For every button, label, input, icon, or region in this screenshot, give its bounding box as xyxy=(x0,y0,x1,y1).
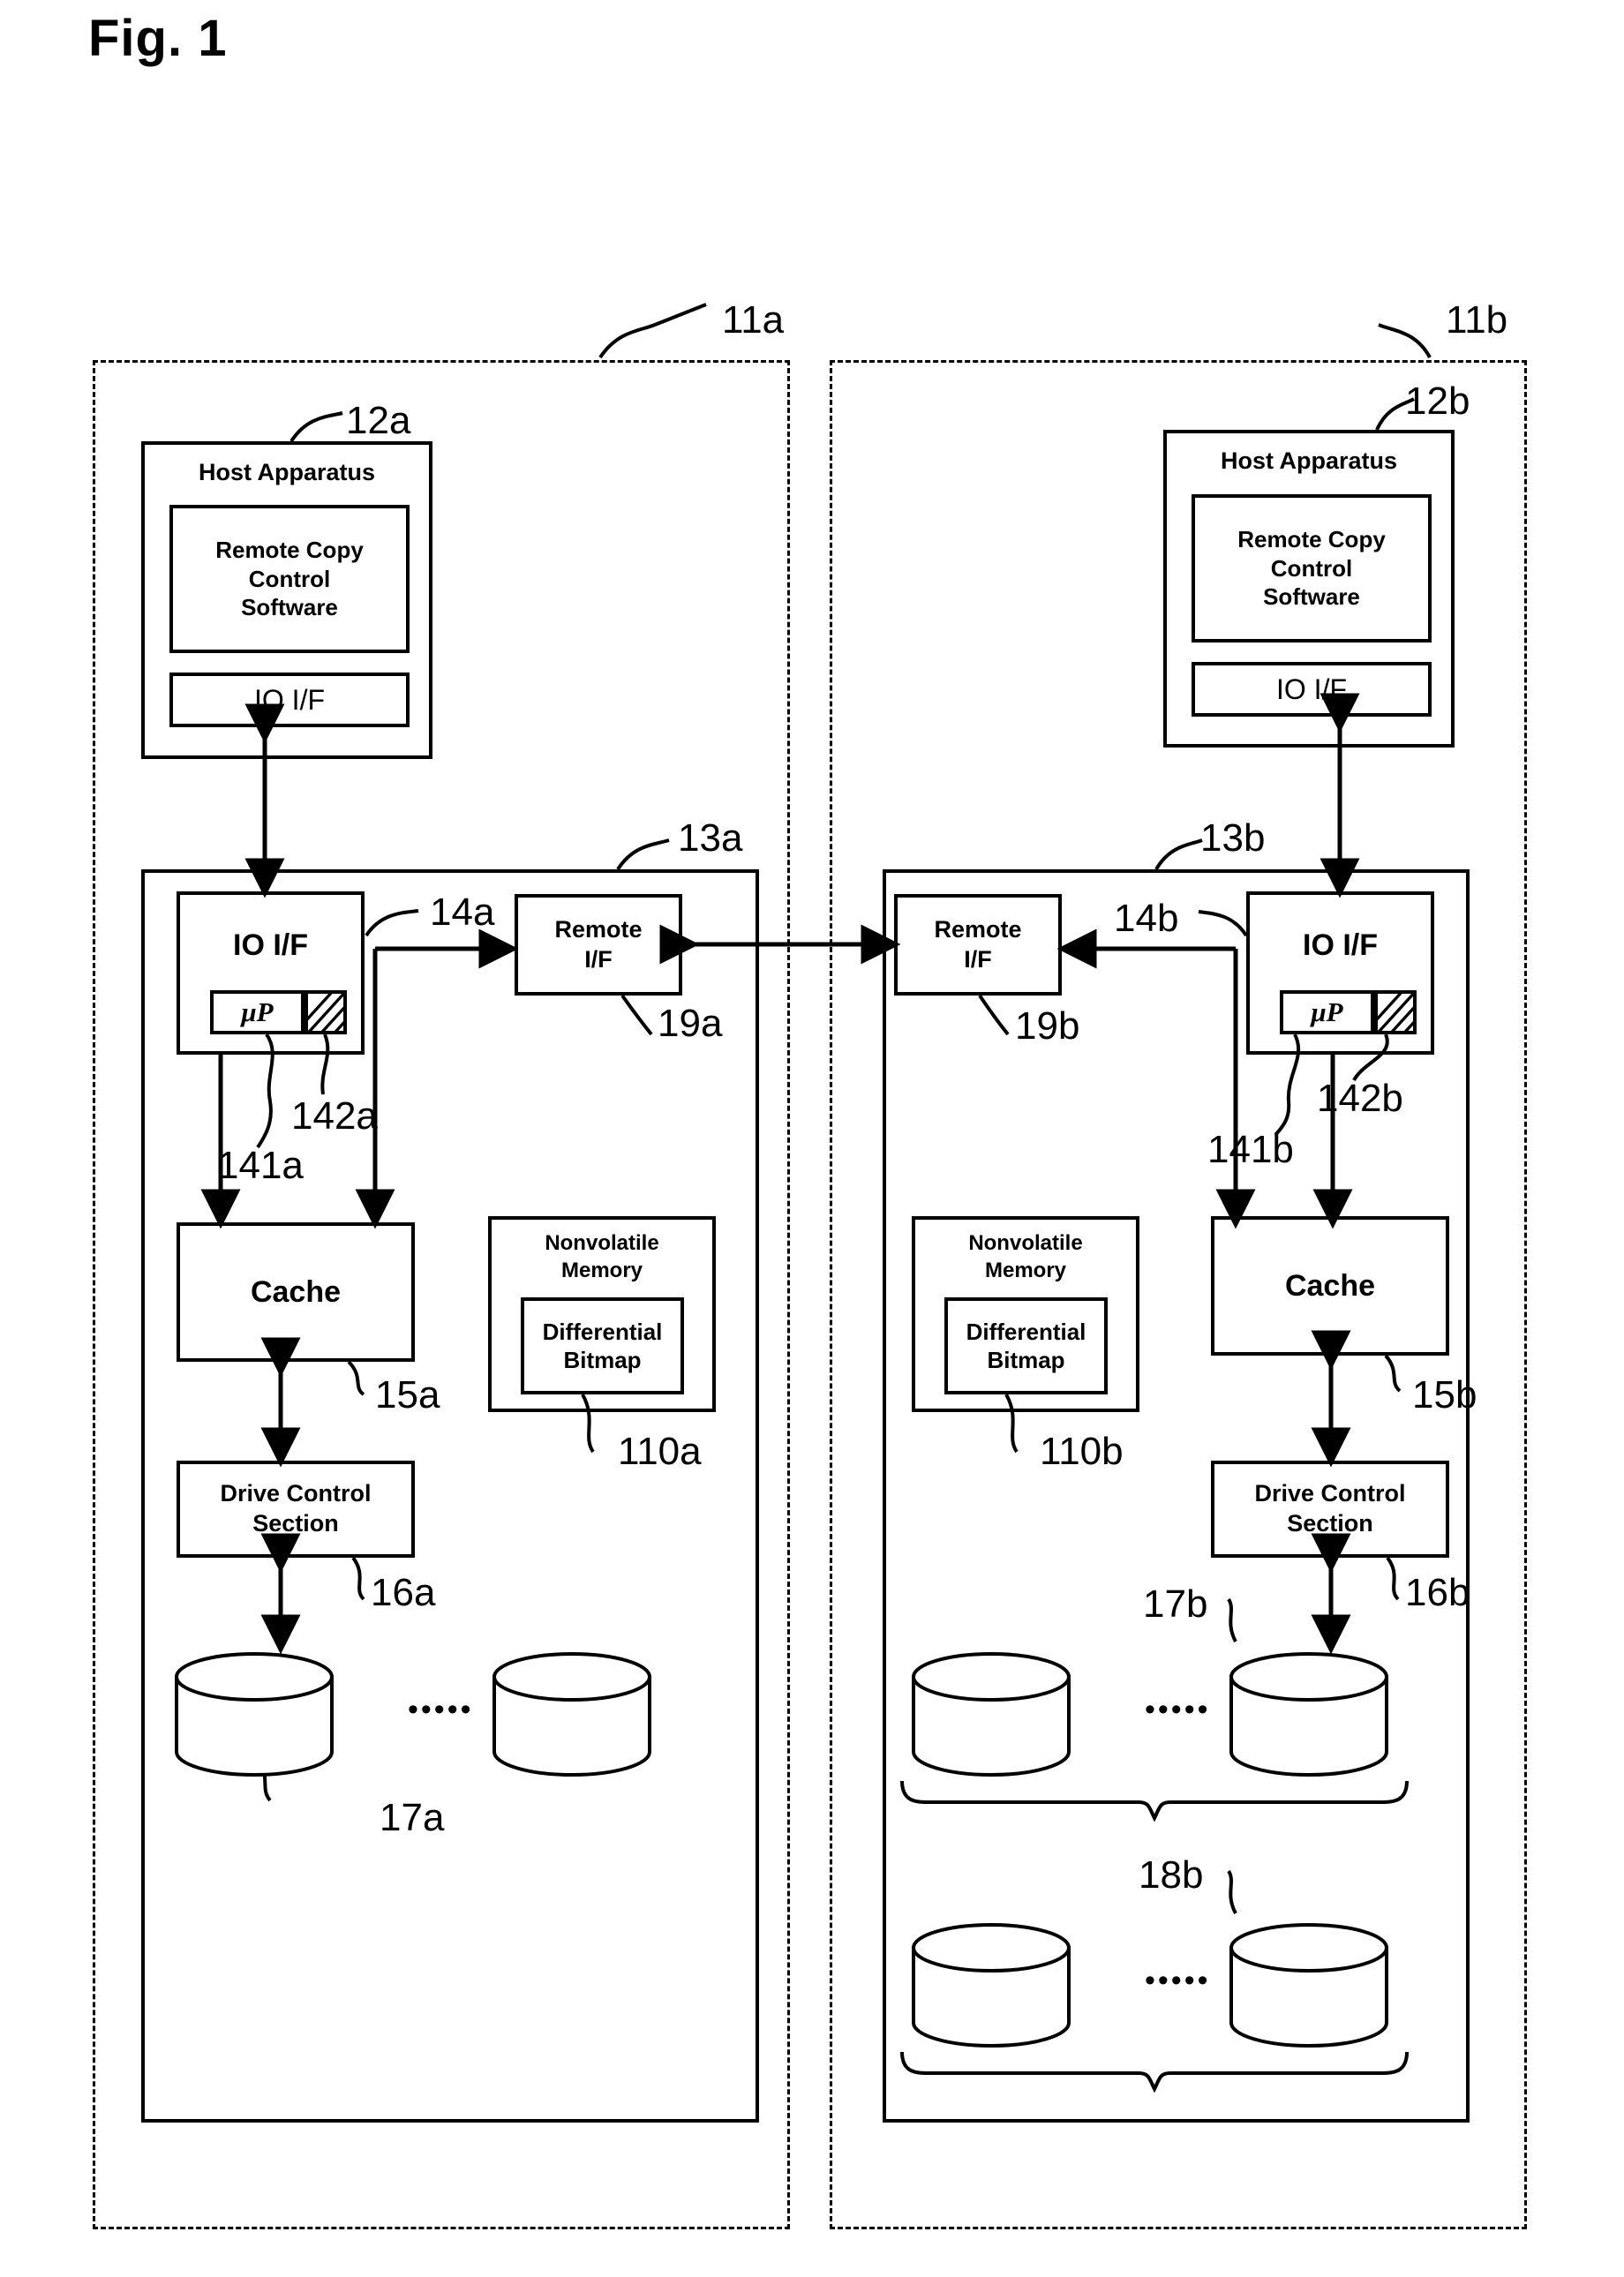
remote-if-ref-left: 19a xyxy=(658,1002,723,1045)
local-memory-hatched-right xyxy=(1374,990,1417,1034)
remote-if-left: Remote I/F xyxy=(515,894,682,996)
disk-group-ref-left: 17a xyxy=(380,1796,445,1839)
site-ref-right: 11b xyxy=(1446,298,1508,342)
controller-ref-left: 13a xyxy=(678,816,743,860)
host-apparatus-title-left: Host Apparatus xyxy=(198,459,376,485)
host-io-if-left: IO I/F xyxy=(169,673,410,727)
rccs-line-1-right: Remote Copy xyxy=(1237,526,1386,553)
remote-copy-control-software-right: Remote Copy Control Software xyxy=(1192,494,1432,643)
rccs-line-1: Remote Copy xyxy=(215,537,364,564)
figure-canvas: Fig. 1 11a Host Apparatus 12a Remote Cop… xyxy=(0,0,1624,2277)
rccs-line-2-right: Control xyxy=(1270,554,1353,582)
cache-ref-left: 15a xyxy=(375,1373,440,1417)
controller-io-if-label-right: IO I/F xyxy=(1303,928,1378,962)
microprocessor-ref-left: 141a xyxy=(217,1144,304,1187)
differential-bitmap-left: Differential Bitmap xyxy=(521,1297,684,1394)
host-ref-left: 12a xyxy=(346,399,411,442)
rccs-line-3: Software xyxy=(241,594,338,621)
controller-io-if-label-left: IO I/F xyxy=(233,928,308,962)
disk-ellipsis-left: ••••• xyxy=(408,1693,474,1726)
differential-bitmap-right: Differential Bitmap xyxy=(944,1297,1108,1394)
local-memory-ref-left: 142a xyxy=(291,1094,378,1138)
controller-io-if-ref-left: 14a xyxy=(430,891,495,934)
host-ref-right: 12b xyxy=(1405,380,1470,423)
host-apparatus-title-right: Host Apparatus xyxy=(1220,447,1398,474)
host-io-if-label-left: IO I/F xyxy=(254,683,325,716)
disk-label-left-1: Disk xyxy=(227,1703,281,1731)
local-memory-hatched-left xyxy=(304,990,347,1034)
drive-control-line-2-left: Section xyxy=(252,1510,339,1537)
nvm-title-line-2-right: Memory xyxy=(984,1259,1067,1283)
remote-copy-control-software-left: Remote Copy Control Software xyxy=(169,505,410,653)
differential-bitmap-line-2-left: Bitmap xyxy=(563,1347,642,1373)
drive-control-ref-left: 16a xyxy=(371,1571,436,1614)
rccs-line-3-right: Software xyxy=(1263,583,1360,611)
drive-control-line-2-right: Section xyxy=(1287,1510,1373,1537)
host-io-if-right: IO I/F xyxy=(1192,662,1432,717)
nonvolatile-memory-ref-left: 110a xyxy=(618,1430,702,1473)
drive-control-section-left: Drive Control Section xyxy=(177,1461,415,1558)
disk-ellipsis-right-g1: ••••• xyxy=(1145,1693,1211,1726)
drive-control-line-1-right: Drive Control xyxy=(1254,1480,1406,1507)
figure-title: Fig. 1 xyxy=(88,10,228,67)
cache-label-left: Cache xyxy=(250,1274,342,1309)
drive-control-ref-right: 16b xyxy=(1405,1571,1470,1614)
remote-if-line-1-right: Remote xyxy=(934,915,1022,943)
remote-if-line-1-left: Remote xyxy=(554,915,643,943)
nonvolatile-memory-ref-right: 110b xyxy=(1040,1430,1124,1473)
drive-control-section-right: Drive Control Section xyxy=(1211,1461,1449,1558)
cache-ref-right: 15b xyxy=(1412,1373,1477,1417)
site-ref-left: 11a xyxy=(722,298,785,342)
disk-ellipsis-right-g2: ••••• xyxy=(1145,1964,1211,1997)
differential-bitmap-line-2-right: Bitmap xyxy=(987,1347,1065,1373)
microprocessor-label-right: μP xyxy=(1311,996,1343,1027)
controller-ref-right: 13b xyxy=(1200,816,1266,860)
disk-group-ref-right-2: 18b xyxy=(1139,1853,1204,1897)
local-memory-ref-right: 142b xyxy=(1317,1077,1403,1120)
disk-label-right-g2-2: Disk xyxy=(1282,1974,1335,2002)
cache-left: Cache xyxy=(177,1222,415,1362)
microprocessor-right: μP xyxy=(1280,990,1374,1034)
microprocessor-ref-right: 141b xyxy=(1207,1128,1294,1171)
nvm-title-line-2: Memory xyxy=(560,1259,643,1283)
nonvolatile-memory-title-left: Nonvolatile Memory xyxy=(488,1229,716,1284)
differential-bitmap-line-1-left: Differential xyxy=(542,1318,663,1345)
disk-label-right-g2-1: Disk xyxy=(964,1974,1018,2002)
remote-if-line-2-left: I/F xyxy=(584,945,613,973)
disk-label-right-g1-1: Disk xyxy=(964,1703,1018,1731)
disk-label-left-2: Disk xyxy=(545,1703,598,1731)
remote-if-ref-right: 19b xyxy=(1015,1004,1080,1048)
controller-io-if-ref-right: 14b xyxy=(1114,897,1179,940)
microprocessor-left: μP xyxy=(210,990,304,1034)
nvm-title-line-1: Nonvolatile xyxy=(545,1231,659,1255)
cache-label-right: Cache xyxy=(1284,1268,1376,1303)
remote-if-line-2-right: I/F xyxy=(964,945,992,973)
host-io-if-label-right: IO I/F xyxy=(1276,673,1347,705)
nvm-title-line-1-right: Nonvolatile xyxy=(968,1231,1083,1255)
remote-if-right: Remote I/F xyxy=(894,894,1062,996)
rccs-line-2: Control xyxy=(248,565,331,592)
disk-group-ref-right-1: 17b xyxy=(1143,1582,1208,1626)
drive-control-line-1-left: Drive Control xyxy=(220,1480,372,1507)
differential-bitmap-line-1-right: Differential xyxy=(966,1318,1086,1345)
disk-label-right-g1-2: Disk xyxy=(1282,1703,1335,1731)
nonvolatile-memory-title-right: Nonvolatile Memory xyxy=(912,1229,1139,1284)
cache-right: Cache xyxy=(1211,1216,1449,1356)
microprocessor-label-left: μP xyxy=(241,996,274,1027)
